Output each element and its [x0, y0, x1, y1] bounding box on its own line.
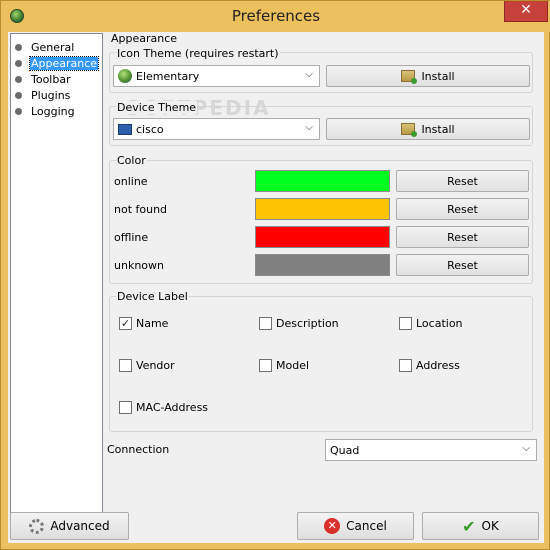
check-icon: ✓ — [119, 317, 132, 330]
cancel-button[interactable]: ✕ Cancel — [297, 512, 414, 540]
sidebar-item-toolbar[interactable]: Toolbar — [15, 72, 72, 87]
sidebar-item-logging[interactable]: Logging — [15, 104, 76, 119]
online-reset-button[interactable]: Reset — [396, 170, 529, 192]
mac-address-checkbox[interactable]: MAC-Address — [119, 401, 208, 414]
title-bar[interactable]: Preferences ✕ — [1, 1, 550, 32]
device-label-title: Device Label — [116, 290, 189, 303]
bullet-icon — [15, 108, 22, 115]
icon-theme-value: Elementary — [136, 69, 200, 83]
reset-label: Reset — [447, 174, 478, 188]
checkbox-box — [399, 359, 412, 372]
checkbox-label: MAC-Address — [136, 401, 209, 414]
globe-icon — [118, 69, 132, 83]
cancel-label: Cancel — [346, 519, 387, 533]
address-checkbox[interactable]: Address — [399, 359, 460, 372]
ok-button[interactable]: ✔ OK — [422, 512, 539, 540]
connection-label: Connection — [107, 443, 170, 456]
reset-label: Reset — [447, 230, 478, 244]
chevron-down-icon: ⌵ — [305, 69, 313, 80]
color-row-label: online — [114, 175, 148, 188]
sidebar-item-plugins[interactable]: Plugins — [15, 88, 71, 103]
icon-theme-install-button[interactable]: Install — [326, 65, 530, 87]
device-theme-value: cisco — [136, 122, 164, 136]
connection-value: Quad — [330, 443, 360, 457]
bullet-icon — [15, 44, 22, 51]
checkbox-label: Vendor — [136, 359, 175, 372]
ok-label: OK — [481, 519, 499, 533]
reset-label: Reset — [447, 202, 478, 216]
checkbox-label: Location — [416, 317, 463, 330]
not-found-color-swatch[interactable] — [255, 198, 390, 220]
description-checkbox[interactable]: Description — [259, 317, 339, 330]
sidebar-item-label: Appearance — [28, 56, 100, 71]
bullet-icon — [15, 92, 22, 99]
chevron-down-icon: ⌵ — [522, 443, 530, 454]
appearance-section-title: Appearance — [111, 32, 178, 45]
install-label: Install — [421, 69, 455, 83]
bullet-icon — [15, 76, 22, 83]
window-title: Preferences — [231, 7, 321, 25]
device-theme-label: Device Theme — [116, 101, 198, 114]
icon-theme-select[interactable]: Elementary ⌵ — [113, 65, 320, 87]
dialog-client: General Appearance Toolbar Plugins Loggi… — [8, 32, 544, 543]
checkbox-label: Model — [276, 359, 310, 372]
install-icon — [401, 123, 418, 137]
chevron-down-icon: ⌵ — [305, 122, 313, 133]
unknown-color-swatch[interactable] — [255, 254, 390, 276]
checkbox-label: Name — [136, 317, 169, 330]
bullet-icon — [15, 60, 22, 67]
checkbox-box — [119, 401, 132, 414]
checkbox-label: Description — [276, 317, 339, 330]
model-checkbox[interactable]: Model — [259, 359, 309, 372]
offline-color-swatch[interactable] — [255, 226, 390, 248]
icon-theme-label: Icon Theme (requires restart) — [116, 47, 280, 60]
unknown-reset-button[interactable]: Reset — [396, 254, 529, 276]
checkbox-box — [119, 359, 132, 372]
checkbox-box — [259, 359, 272, 372]
location-checkbox[interactable]: Location — [399, 317, 463, 330]
color-row-label: not found — [114, 203, 168, 216]
checkbox-label: Address — [416, 359, 460, 372]
vendor-checkbox[interactable]: Vendor — [119, 359, 175, 372]
gear-icon — [29, 518, 45, 534]
sidebar-item-label: General — [31, 41, 75, 54]
color-label: Color — [116, 154, 147, 167]
install-label: Install — [421, 122, 455, 136]
cancel-icon: ✕ — [324, 518, 341, 534]
online-color-swatch[interactable] — [255, 170, 390, 192]
checkmark-icon: ✔ — [462, 516, 476, 536]
offline-reset-button[interactable]: Reset — [396, 226, 529, 248]
not-found-reset-button[interactable]: Reset — [396, 198, 529, 220]
sidebar-item-appearance[interactable]: Appearance — [15, 56, 100, 71]
close-button[interactable]: ✕ — [504, 1, 548, 22]
category-tree: General Appearance Toolbar Plugins Loggi… — [10, 33, 103, 513]
reset-label: Reset — [447, 258, 478, 272]
checkbox-box — [259, 317, 272, 330]
monitor-icon — [118, 123, 132, 135]
color-row-label: offline — [114, 231, 149, 244]
device-theme-select[interactable]: cisco ⌵ — [113, 118, 320, 140]
connection-select[interactable]: Quad ⌵ — [325, 439, 537, 461]
sidebar-item-label: Toolbar — [31, 73, 71, 86]
sidebar-item-label: Logging — [31, 105, 75, 118]
preferences-window: Preferences ✕ General Appearance Toolbar… — [0, 0, 550, 550]
device-theme-install-button[interactable]: Install — [326, 118, 530, 140]
sidebar-item-general[interactable]: General — [15, 40, 75, 55]
install-icon — [401, 70, 418, 84]
checkbox-box — [399, 317, 412, 330]
name-checkbox[interactable]: ✓ Name — [119, 317, 168, 330]
sidebar-item-label: Plugins — [31, 89, 71, 102]
advanced-button[interactable]: Advanced — [10, 512, 129, 540]
color-row-label: unknown — [114, 259, 164, 272]
advanced-label: Advanced — [50, 519, 110, 533]
